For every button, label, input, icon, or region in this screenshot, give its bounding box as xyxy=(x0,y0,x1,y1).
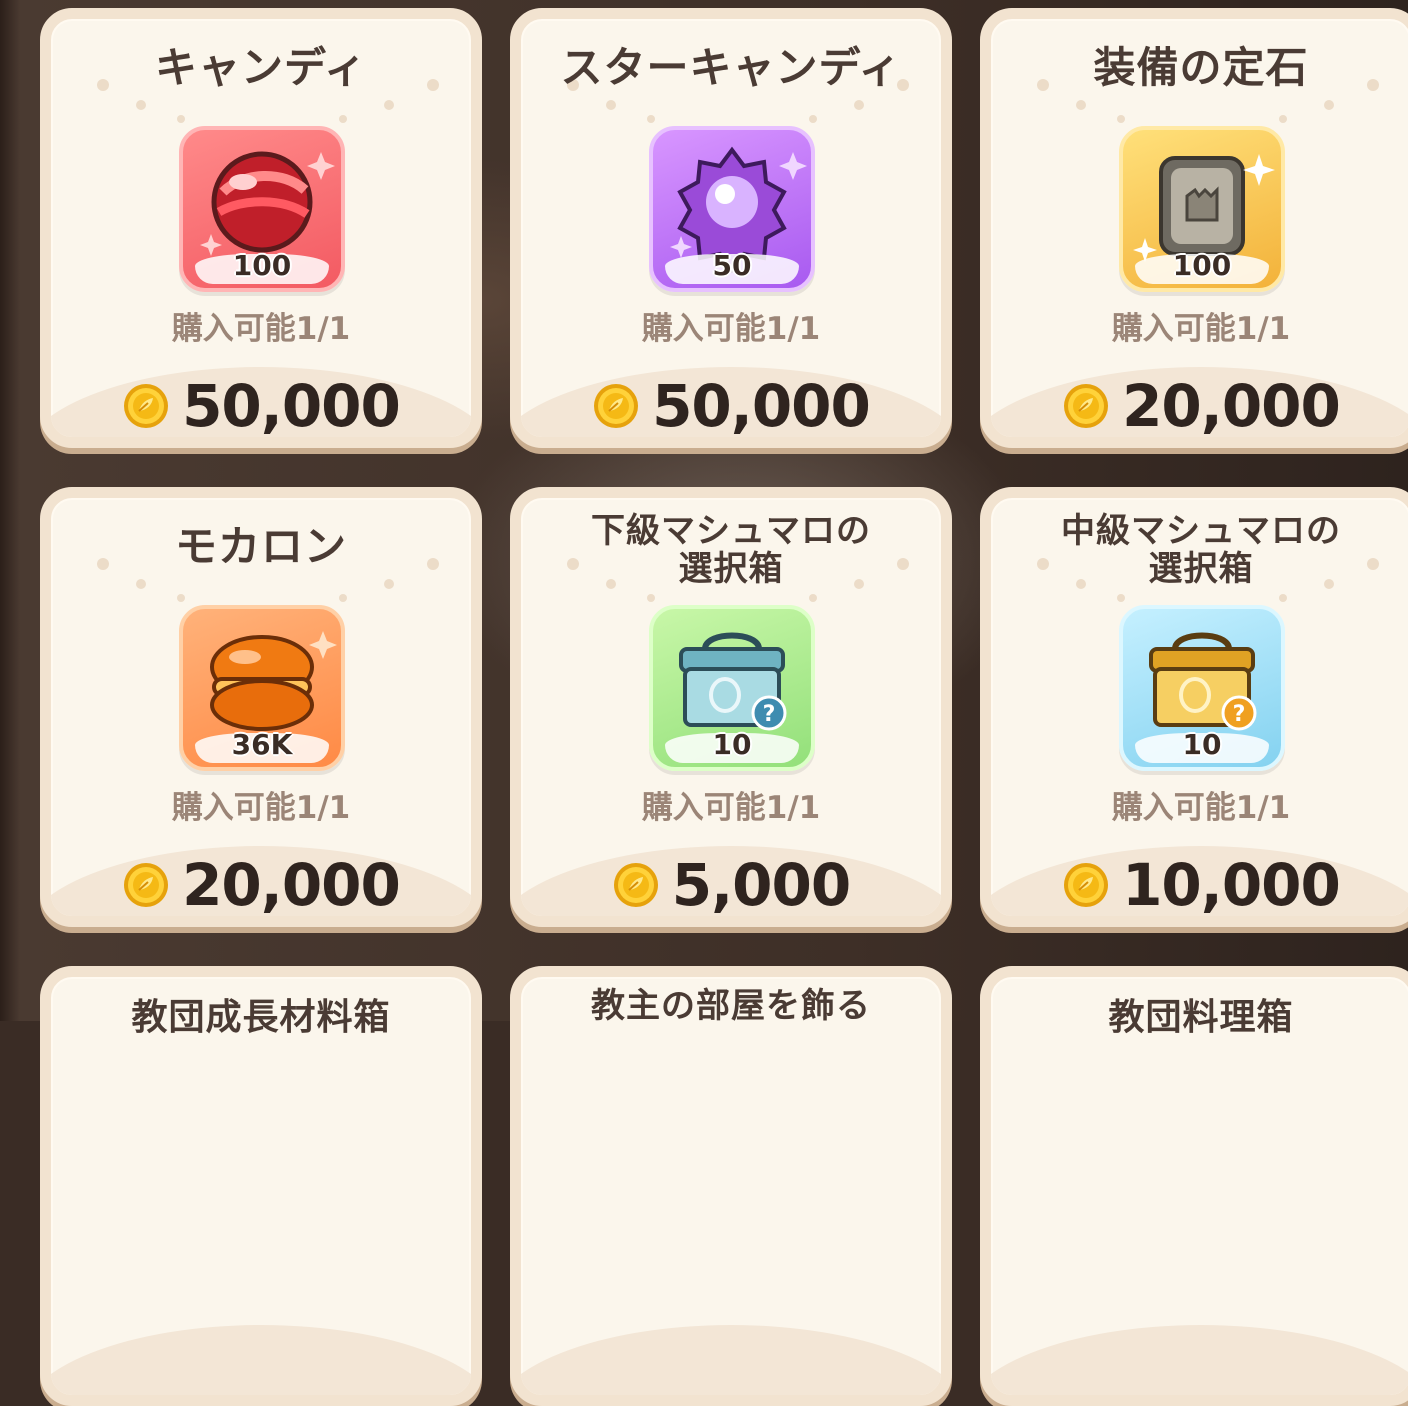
purchase-limit: 購入可能1/1 xyxy=(171,790,351,826)
shop-item-low-marshmallow-box[interactable]: 下級マシュマロの 選択箱 ? 10 購入可能1/1 5,000 xyxy=(510,487,952,927)
gold-coin-icon xyxy=(123,862,170,908)
price-row: 20,000 xyxy=(991,371,1408,440)
shop-item-growth-material-box[interactable]: 教団成長材料箱 xyxy=(40,966,482,1406)
price-row: 5,000 xyxy=(521,850,941,919)
item-price: 20,000 xyxy=(182,851,401,919)
item-quantity: 100 xyxy=(1172,249,1232,282)
gold-coin-icon xyxy=(1063,383,1110,429)
item-title: 教団成長材料箱 xyxy=(131,997,391,1038)
price-row: 10,000 xyxy=(991,850,1408,919)
item-quantity: 36K xyxy=(231,728,293,761)
macaron-icon: 36K xyxy=(179,605,345,771)
item-title: 教団料理箱 xyxy=(1108,997,1294,1038)
purchase-limit: 購入可能1/1 xyxy=(171,311,351,347)
purchase-limit: 購入可能1/1 xyxy=(1111,790,1291,826)
item-title: キャンディ xyxy=(154,43,368,92)
shop-item-mid-marshmallow-box[interactable]: 中級マシュマロの 選択箱 ? 10 購入可能1/1 10,000 xyxy=(980,487,1408,927)
item-title: 中級マシュマロの 選択箱 xyxy=(991,512,1408,588)
item-title-line2: 選択箱 xyxy=(1148,549,1254,589)
shop-item-cooking-box[interactable]: 教団料理箱 xyxy=(980,966,1408,1406)
shop-item-star-candy[interactable]: スターキャンディ 50 購入可能1/1 50,000 xyxy=(510,8,952,448)
item-price: 50,000 xyxy=(652,372,871,440)
gold-chest-icon: ? 10 xyxy=(1119,605,1285,771)
price-row: 50,000 xyxy=(521,371,941,440)
purchase-limit: 購入可能1/1 xyxy=(641,790,821,826)
shop-item-candy[interactable]: キャンディ 100 購入可能1/1 50,000 xyxy=(40,8,482,448)
item-title: 装備の定石 xyxy=(1093,43,1309,92)
shop-grid: キャンディ 100 購入可能1/1 50,000 スターキャンディ 50 購入可… xyxy=(0,0,1408,1406)
item-title: スターキャンディ xyxy=(560,43,902,92)
shop-item-equipment-stone[interactable]: 装備の定石 100 購入可能1/1 20,000 xyxy=(980,8,1408,448)
item-price: 5,000 xyxy=(671,851,851,919)
gold-coin-icon xyxy=(593,383,640,429)
item-quantity: 10 xyxy=(712,728,752,761)
item-title-line2: 選択箱 xyxy=(678,549,784,589)
item-quantity: 100 xyxy=(232,249,292,282)
price-row: 20,000 xyxy=(51,850,471,919)
star-candy-icon: 50 xyxy=(649,126,815,292)
purchase-limit: 購入可能1/1 xyxy=(1111,311,1291,347)
svg-text:?: ? xyxy=(1233,702,1246,727)
item-price: 10,000 xyxy=(1122,851,1341,919)
equipment-stone-icon: 100 xyxy=(1119,126,1285,292)
red-candy-icon: 100 xyxy=(179,126,345,292)
gold-coin-icon xyxy=(1063,862,1110,908)
item-title: 教主の部屋を飾る xyxy=(591,986,871,1026)
shop-item-macaron[interactable]: モカロン 36K 購入可能1/1 20,000 xyxy=(40,487,482,927)
item-title: モカロン xyxy=(174,522,347,571)
gold-coin-icon xyxy=(612,862,659,908)
item-quantity: 10 xyxy=(1182,728,1222,761)
item-quantity: 50 xyxy=(712,249,752,282)
item-title-line1: 下級マシュマロの xyxy=(591,511,871,551)
purchase-limit: 購入可能1/1 xyxy=(641,311,821,347)
item-title-line1: 中級マシュマロの xyxy=(1061,511,1341,551)
price-row: 50,000 xyxy=(51,371,471,440)
item-price: 50,000 xyxy=(182,372,401,440)
svg-text:?: ? xyxy=(763,702,776,727)
blue-chest-icon: ? 10 xyxy=(649,605,815,771)
shop-item-room-decor[interactable]: 教主の部屋を飾る xyxy=(510,966,952,1406)
item-price: 20,000 xyxy=(1122,372,1341,440)
gold-coin-icon xyxy=(123,383,170,429)
item-title: 下級マシュマロの 選択箱 xyxy=(521,512,941,588)
